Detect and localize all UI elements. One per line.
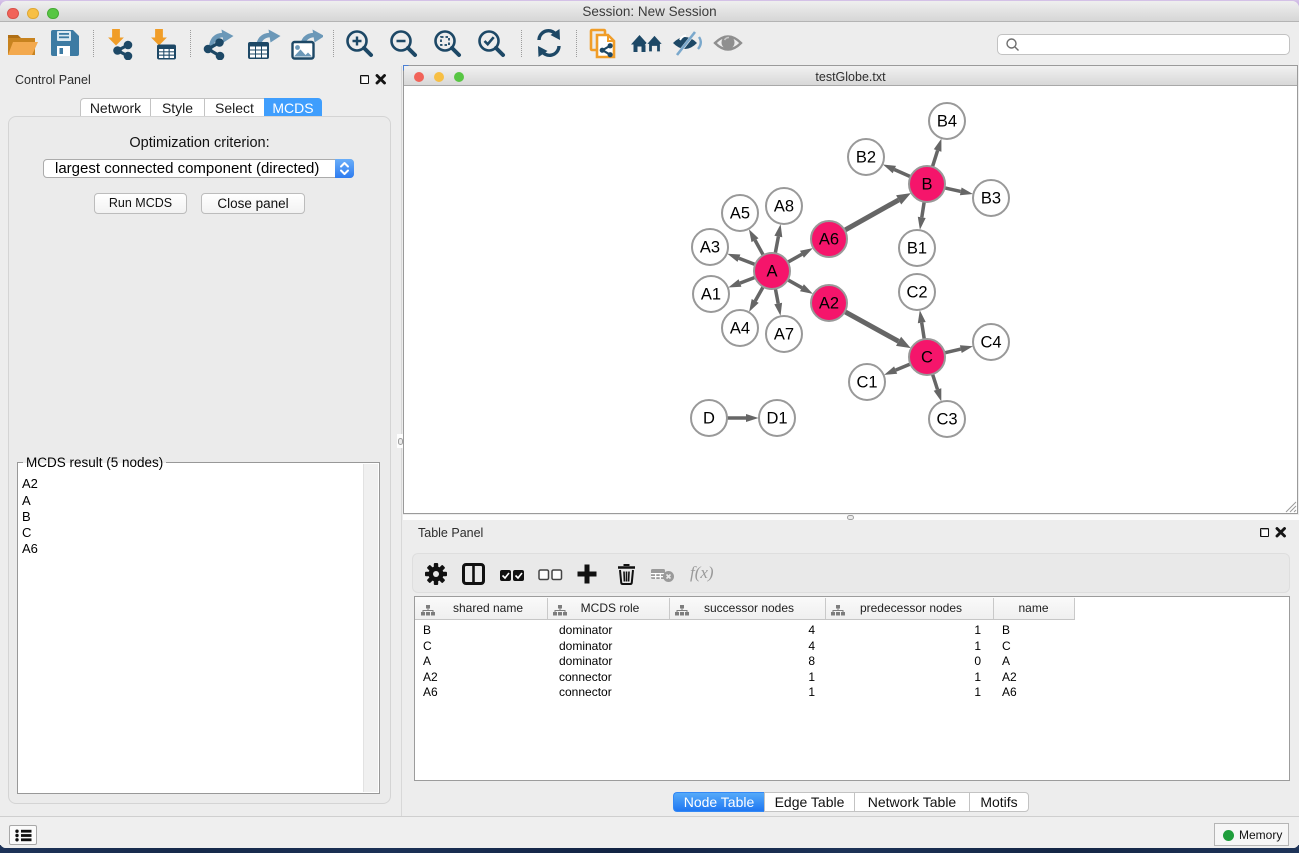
svg-text:C1: C1: [856, 374, 877, 392]
svg-text:A7: A7: [774, 326, 794, 344]
svg-text:A3: A3: [700, 239, 720, 257]
svg-text:B2: B2: [856, 149, 876, 167]
svg-text:C3: C3: [936, 411, 957, 429]
svg-text:A: A: [766, 263, 777, 281]
svg-text:D: D: [703, 410, 715, 428]
svg-text:B: B: [921, 176, 932, 194]
svg-text:D1: D1: [766, 410, 787, 428]
svg-text:B1: B1: [907, 240, 927, 258]
svg-text:A8: A8: [774, 198, 794, 216]
svg-text:A4: A4: [730, 320, 750, 338]
svg-text:A6: A6: [819, 231, 839, 249]
svg-text:C: C: [921, 349, 933, 367]
svg-text:A2: A2: [819, 295, 839, 313]
svg-text:B3: B3: [981, 190, 1001, 208]
svg-text:B4: B4: [937, 113, 957, 131]
svg-text:C4: C4: [980, 334, 1001, 352]
svg-text:C2: C2: [906, 284, 927, 302]
svg-text:A5: A5: [730, 205, 750, 223]
svg-text:A1: A1: [701, 286, 721, 304]
